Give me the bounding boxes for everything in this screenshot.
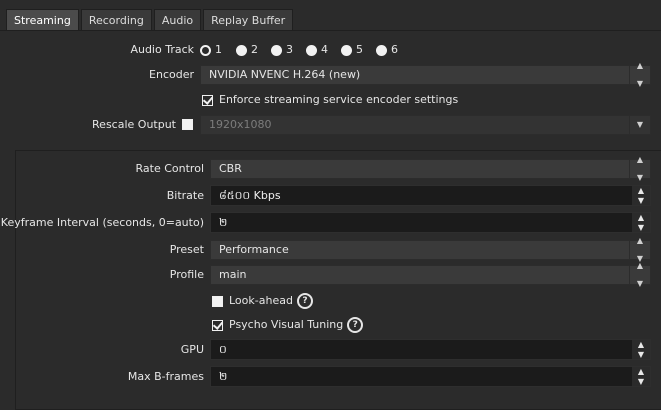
profile-label: Profile [169, 268, 204, 281]
radio-icon [341, 44, 352, 56]
bframes-value: ២ [219, 370, 228, 383]
radio-icon [376, 44, 387, 56]
psycho-label: Psycho Visual Tuning [229, 318, 344, 331]
profile-row: Profile main ▲ ▼ [0, 261, 661, 288]
updown-icon: ▲ ▼ [629, 155, 650, 182]
keyframe-value: ២ [219, 216, 228, 229]
bframes-row: Max B-frames ២ ▲ ▼ [0, 366, 661, 388]
tab-audio[interactable]: Audio [153, 9, 202, 30]
audio-track-radio-4[interactable]: 4 [306, 39, 328, 61]
tab-streaming[interactable]: Streaming [6, 9, 79, 30]
bframes-label: Max B-frames [127, 370, 204, 383]
rescale-row: Rescale Output 1920x1080 ▼ [0, 114, 661, 136]
gpu-value: ០ [219, 343, 227, 356]
updown-icon: ▲ ▼ [629, 261, 650, 288]
checkbox-checked-icon[interactable] [212, 319, 223, 331]
bitrate-label: Bitrate [166, 189, 204, 202]
bitrate-value: ៨៥០០ Kbps [219, 189, 281, 202]
audio-track-radio-3[interactable]: 3 [271, 39, 293, 61]
audio-track-label: Audio Track [130, 43, 194, 56]
bframes-spinbox[interactable]: ២ ▲ ▼ [210, 366, 651, 387]
keyframe-label: Keyframe Interval (seconds, 0=auto) [0, 216, 204, 229]
encoder-label: Encoder [149, 68, 194, 81]
rescale-label: Rescale Output [92, 118, 176, 131]
lookahead-label: Look-ahead [229, 294, 293, 307]
spin-arrows-icon[interactable]: ▲ ▼ [632, 213, 650, 232]
checkbox-icon[interactable] [212, 295, 223, 307]
help-icon[interactable]: ? [347, 317, 364, 333]
spin-arrows-icon[interactable]: ▲ ▼ [632, 340, 650, 359]
encoder-row: Encoder NVIDIA NVENC H.264 (new) ▲ ▼ [0, 61, 661, 88]
help-icon[interactable]: ? [296, 293, 313, 309]
gpu-row: GPU ០ ▲ ▼ [0, 339, 661, 361]
rescale-checkbox-icon[interactable] [182, 119, 193, 130]
rescale-value: 1920x1080 [209, 118, 272, 131]
gpu-spinbox[interactable]: ០ ▲ ▼ [210, 339, 651, 360]
rescale-select: 1920x1080 ▼ [200, 115, 651, 135]
tab-bar: Streaming Recording Audio Replay Buffer [6, 9, 294, 31]
profile-select[interactable]: main ▲ ▼ [210, 261, 651, 288]
preset-value: Performance [219, 243, 289, 256]
lookahead-row[interactable]: Look-ahead? [212, 290, 612, 312]
psycho-row[interactable]: Psycho Visual Tuning? [212, 314, 612, 336]
radio-icon [306, 44, 317, 56]
bitrate-row: Bitrate ៨៥០០ Kbps ▲ ▼ [0, 185, 661, 207]
chevron-down-icon: ▼ [629, 116, 650, 134]
profile-value: main [219, 268, 247, 281]
preset-row: Preset Performance ▲ ▼ [0, 236, 661, 263]
radio-icon [271, 44, 282, 56]
audio-track-radio-5[interactable]: 5 [341, 39, 363, 61]
audio-track-row: Audio Track 1 2 3 4 5 6 [0, 39, 661, 61]
audio-track-radio-2[interactable]: 2 [236, 39, 258, 61]
preset-select[interactable]: Performance ▲ ▼ [210, 236, 651, 263]
tab-replay-buffer[interactable]: Replay Buffer [203, 9, 294, 30]
keyframe-spinbox[interactable]: ២ ▲ ▼ [210, 212, 651, 233]
checkbox-checked-icon[interactable] [202, 94, 213, 106]
radio-icon [236, 44, 247, 56]
audio-track-radio-1[interactable]: 1 [200, 39, 222, 61]
tab-recording[interactable]: Recording [80, 9, 152, 30]
enforce-row[interactable]: Enforce streaming service encoder settin… [202, 89, 652, 111]
radio-selected-icon [200, 44, 211, 56]
rate-control-label: Rate Control [135, 162, 204, 175]
keyframe-row: Keyframe Interval (seconds, 0=auto) ២ ▲ ▼ [0, 212, 661, 234]
spin-arrows-icon[interactable]: ▲ ▼ [632, 367, 650, 386]
rate-control-value: CBR [219, 162, 242, 175]
encoder-value: NVIDIA NVENC H.264 (new) [209, 68, 361, 81]
preset-label: Preset [169, 243, 204, 256]
bitrate-spinbox[interactable]: ៨៥០០ Kbps ▲ ▼ [210, 185, 651, 206]
tab-divider [0, 30, 661, 31]
spin-arrows-icon[interactable]: ▲ ▼ [632, 186, 650, 205]
rate-control-select[interactable]: CBR ▲ ▼ [210, 155, 651, 182]
enforce-label: Enforce streaming service encoder settin… [219, 93, 459, 106]
audio-track-radio-6[interactable]: 6 [376, 39, 398, 61]
rate-control-row: Rate Control CBR ▲ ▼ [0, 155, 661, 182]
updown-icon: ▲ ▼ [629, 61, 650, 88]
encoder-select[interactable]: NVIDIA NVENC H.264 (new) ▲ ▼ [200, 61, 651, 88]
gpu-label: GPU [180, 343, 204, 356]
